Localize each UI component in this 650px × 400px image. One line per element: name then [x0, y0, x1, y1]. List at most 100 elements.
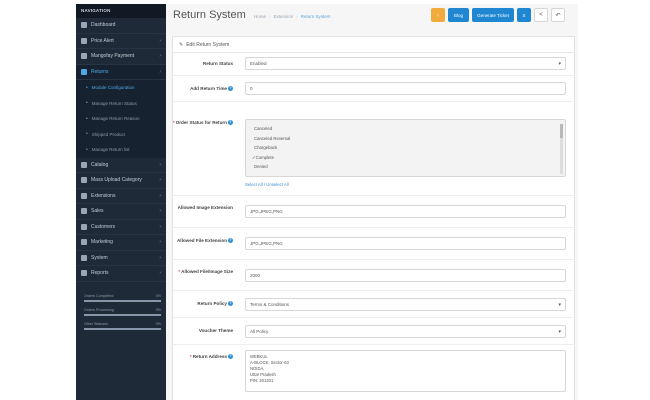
breadcrumb-extension[interactable]: Extension: [274, 14, 294, 19]
label-file-extension: Allowed File Extension?: [176, 238, 233, 244]
stat-label: Orders Processing: [84, 307, 114, 312]
back-button[interactable]: ↶: [551, 8, 565, 22]
order-status-option[interactable]: Canceled Reversal: [246, 134, 565, 144]
puzzle-icon: [81, 192, 87, 199]
help-icon[interactable]: ?: [228, 120, 233, 126]
sidebar-item-customers[interactable]: Customers ›: [76, 220, 166, 235]
order-status-option[interactable]: ✓Complete: [246, 153, 565, 163]
return-time-input[interactable]: 0: [245, 82, 566, 95]
upload-icon: [81, 177, 87, 184]
select-all-link[interactable]: Select All / Unselect All: [245, 182, 289, 187]
sidebar-item-marketing[interactable]: Marketing ›: [76, 235, 166, 251]
sidebar-item-price-alert[interactable]: Price Alert ›: [76, 34, 166, 49]
sidebar-item-mangofay-payment[interactable]: Mangofay Payment ›: [76, 49, 166, 65]
sidebar-stats: Orders Completed 0% Orders Processing 0% Oth…: [76, 294, 166, 330]
label-voucher-theme: Voucher Theme: [198, 328, 233, 333]
label-image-extension: Allowed Image Extension: [177, 205, 233, 210]
order-status-option[interactable]: Canceled: [246, 124, 565, 134]
sidebar-subitem-label: Module Configuration: [91, 85, 135, 91]
label-order-status: *Order Status for Return?: [172, 120, 233, 126]
stat-row: Orders Completed 0%: [84, 294, 161, 298]
bullet-icon: •: [86, 131, 88, 138]
bullet-icon: •: [86, 84, 88, 91]
catalog-icon: [81, 161, 87, 168]
sidebar-subitem-manage-return-status[interactable]: • Manage Return Status: [76, 95, 166, 111]
help-icon[interactable]: ?: [228, 86, 233, 92]
sidebar-item-label: Catalog: [91, 161, 109, 168]
sidebar-subitem-module-configuration[interactable]: • Module Configuration: [76, 80, 166, 96]
sidebar-item-sales[interactable]: Sales ›: [76, 204, 166, 220]
chevron-down-icon: ▾: [558, 301, 561, 308]
help-icon[interactable]: ?: [228, 238, 233, 244]
sidebar-item-system[interactable]: System ›: [76, 251, 166, 266]
label-return-policy: Return Policy?: [197, 301, 233, 307]
return-policy-select[interactable]: Terms & Conditions ▾: [245, 298, 566, 311]
row-return-status: Return Status Enabled ▾: [173, 52, 576, 76]
label-return-time: Add Return Time?: [190, 86, 233, 92]
save-button[interactable]: S: [517, 8, 531, 22]
panel-heading-text: Edit Return System: [186, 41, 230, 48]
sidebar-item-dashboard[interactable]: Dashboard: [76, 18, 166, 34]
label-return-status: Return Status: [202, 61, 233, 66]
sidebar-item-label: Mangofay Payment: [91, 53, 135, 60]
sidebar-item-mass-upload-category[interactable]: Mass Upload Category ›: [76, 173, 166, 189]
scrollbar[interactable]: [560, 124, 563, 174]
file-extension-input[interactable]: JPG,JPEG,PNG: [245, 237, 566, 250]
return-address-textarea[interactable]: WEBKUL A-BLOCK, Sector-63 NOIDA, Uttar Prad…: [245, 350, 566, 392]
option-label: Chargeback: [254, 145, 278, 150]
progress-fill: [84, 313, 161, 316]
alert-button[interactable]: !: [431, 8, 445, 22]
file-size-input[interactable]: 2000: [245, 269, 566, 282]
order-status-option[interactable]: Chargeback: [246, 143, 565, 153]
sidebar-item-label: Extensions: [91, 192, 116, 199]
sidebar: NAVIGATION Dashboard Price Alert › Mangofay…: [76, 4, 166, 400]
sidebar-header: NAVIGATION: [76, 4, 166, 18]
chevron-right-icon: ›: [159, 37, 161, 44]
stat-other-statuses: Other Statuses 0%: [84, 322, 161, 330]
chevron-right-icon: ›: [159, 223, 161, 230]
chevron-right-icon: ›: [159, 208, 161, 215]
sidebar-subitem-manage-return-reason[interactable]: • Manage Return Reason: [76, 111, 166, 127]
gear-icon: [81, 254, 87, 261]
chart-icon: [81, 270, 87, 277]
address-line: PIN: 201301: [250, 378, 274, 383]
help-icon[interactable]: ?: [228, 354, 233, 360]
progress-fill: [84, 327, 161, 330]
row-image-extension: Allowed Image Extension JPG,JPEG,PNG: [173, 196, 576, 228]
chevron-right-icon: ›: [159, 177, 161, 184]
return-status-select[interactable]: Enabled ▾: [245, 57, 566, 70]
blog-button[interactable]: Blog: [448, 8, 469, 22]
chevron-right-icon: ›: [159, 239, 161, 246]
generate-ticket-button[interactable]: Generate Ticket: [472, 8, 514, 22]
progress-bar: [84, 327, 161, 330]
sidebar-item-returns[interactable]: Returns ›: [76, 64, 166, 80]
progress-fill: [84, 299, 161, 302]
edit-panel: ✎ Edit Return System Return Status Enabl…: [172, 36, 576, 400]
sidebar-item-extensions[interactable]: Extensions ›: [76, 189, 166, 204]
row-file-extension: Allowed File Extension? JPG,JPEG,PNG: [173, 228, 576, 260]
option-label: Complete: [255, 154, 274, 160]
share-button[interactable]: <: [534, 8, 548, 22]
sidebar-item-catalog[interactable]: Catalog ›: [76, 158, 166, 173]
stat-label: Orders Completed: [84, 293, 114, 298]
sidebar-subitem-shipped-product[interactable]: • Shipped Product: [76, 126, 166, 142]
voucher-theme-select[interactable]: All Policy ▾: [245, 325, 566, 338]
breadcrumb-current[interactable]: Return System: [301, 14, 331, 19]
breadcrumb-home[interactable]: Home: [254, 14, 266, 19]
row-return-address: *Return Address? WEBKUL A-BLOCK, Sector-6…: [173, 345, 576, 400]
sidebar-item-label: Reports: [91, 270, 109, 277]
sidebar-item-reports[interactable]: Reports ›: [76, 266, 166, 282]
stat-value: 0%: [155, 293, 161, 298]
chevron-right-icon: ›: [159, 254, 161, 261]
help-icon[interactable]: ?: [228, 301, 233, 307]
card-icon: [81, 53, 87, 60]
bullet-icon: •: [86, 100, 88, 107]
user-icon: [81, 223, 87, 230]
order-status-option[interactable]: Denied: [246, 162, 565, 172]
order-status-multiselect[interactable]: Canceled Canceled Reversal Chargeback ✓Comp…: [245, 119, 566, 177]
return-icon: [81, 68, 87, 75]
chevron-down-icon: ▾: [558, 328, 561, 335]
row-file-size: *Allowed File/Image Size 2000: [173, 260, 576, 291]
image-extension-input[interactable]: JPG,JPEG,PNG: [245, 205, 566, 218]
sidebar-subitem-manage-return-list[interactable]: • Manage Return list: [76, 142, 166, 158]
